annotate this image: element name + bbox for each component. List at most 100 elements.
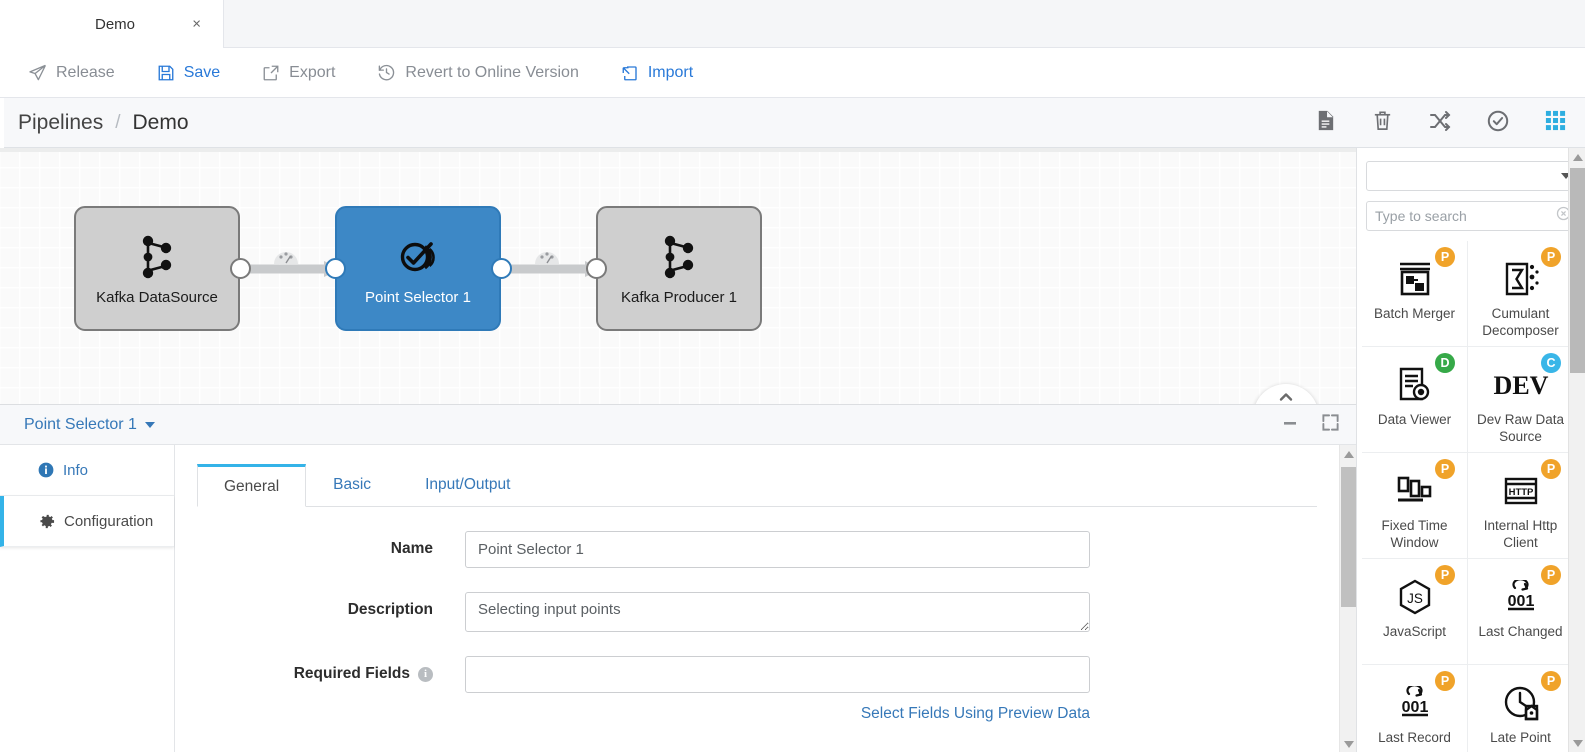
palette-item-label: Late Point bbox=[1469, 730, 1573, 747]
description-textarea[interactable] bbox=[465, 592, 1090, 632]
canvas-navigator bbox=[1253, 384, 1319, 404]
pan-up-icon[interactable] bbox=[1279, 390, 1293, 404]
kafka-icon bbox=[658, 231, 700, 283]
required-fields-label: Required Fields i bbox=[175, 656, 465, 683]
tab-label: General bbox=[224, 478, 279, 496]
palette-scrollbar[interactable] bbox=[1568, 148, 1585, 752]
release-button[interactable]: Release bbox=[28, 63, 115, 82]
config-panel-window-buttons bbox=[1281, 405, 1340, 445]
pipeline-designer-app: Demo × Release Save bbox=[0, 0, 1585, 752]
sidebar-item-info[interactable]: Info bbox=[0, 445, 174, 496]
palette-type-select[interactable] bbox=[1366, 161, 1580, 191]
palette-items-grid: P Batch Merger P bbox=[1362, 241, 1574, 752]
canvas-node-kafka-producer-1[interactable]: Kafka Producer 1 bbox=[596, 206, 762, 331]
sidebar-item-label: Info bbox=[63, 462, 88, 479]
edge-meter-icon-1[interactable] bbox=[273, 247, 299, 265]
palette-item-internal-http-client[interactable]: P HTTP Internal Http Client bbox=[1468, 453, 1574, 559]
canvas-node-label: Point Selector 1 bbox=[365, 289, 471, 306]
document-icon[interactable] bbox=[1314, 109, 1337, 137]
palette-item-data-viewer[interactable]: D Data Viewer bbox=[1362, 347, 1468, 453]
config-scrollbar-thumb[interactable] bbox=[1341, 467, 1356, 607]
header-actions bbox=[1314, 98, 1567, 148]
palette-item-label: Last Record bbox=[1363, 730, 1467, 747]
export-box-arrow-icon bbox=[262, 64, 280, 82]
palette-item-fixed-time-window[interactable]: P Fixed Time Window bbox=[1362, 453, 1468, 559]
page-title: Demo bbox=[133, 111, 189, 135]
export-label: Export bbox=[289, 64, 335, 82]
grid-apps-icon[interactable] bbox=[1544, 109, 1567, 137]
palette-scroll-up-icon[interactable] bbox=[1569, 148, 1585, 166]
svg-text:HTTP: HTTP bbox=[1508, 487, 1533, 498]
required-fields-input[interactable] bbox=[465, 656, 1090, 693]
check-circle-icon[interactable] bbox=[1486, 109, 1510, 138]
palette-search-input[interactable]: Type to search bbox=[1366, 201, 1580, 231]
palette-item-batch-merger[interactable]: P Batch Merger bbox=[1362, 241, 1468, 347]
chevron-down-icon bbox=[145, 422, 155, 428]
palette-scrollbar-thumb[interactable] bbox=[1570, 168, 1585, 373]
canvas-node-point-selector-1[interactable]: Point Selector 1 bbox=[335, 206, 501, 331]
config-panel-stage-selector[interactable]: Point Selector 1 bbox=[24, 416, 155, 434]
palette-item-dev-raw-data-source[interactable]: C DEV Dev Raw Data Source bbox=[1468, 347, 1574, 453]
tab-input-output[interactable]: Input/Output bbox=[398, 463, 537, 506]
expand-icon[interactable] bbox=[1321, 413, 1340, 437]
canvas-node-kafka-datasource[interactable]: Kafka DataSource bbox=[74, 206, 240, 331]
export-button[interactable]: Export bbox=[262, 64, 335, 82]
palette-item-last-record[interactable]: P 001 Last Record bbox=[1362, 665, 1468, 752]
http-icon: HTTP bbox=[1501, 466, 1541, 516]
editor-tabbar: Demo × bbox=[0, 0, 1585, 48]
last-record-icon: 001 bbox=[1393, 678, 1437, 728]
breadcrumb-root[interactable]: Pipelines bbox=[18, 111, 103, 135]
tab-general[interactable]: General bbox=[197, 464, 306, 507]
point-selector-icon bbox=[394, 231, 442, 283]
trash-icon[interactable] bbox=[1371, 109, 1394, 137]
info-icon bbox=[38, 462, 54, 478]
form-row-select-fields-link: Select Fields Using Preview Data bbox=[175, 717, 1339, 726]
config-panel-scrollbar[interactable] bbox=[1339, 445, 1356, 752]
node-output-port-point-selector-1[interactable] bbox=[491, 258, 512, 279]
stage-type-badge: P bbox=[1435, 671, 1455, 691]
general-form: Name Description Required Fields i bbox=[175, 531, 1339, 726]
stage-library-palette: Type to search P bbox=[1356, 148, 1585, 752]
import-box-arrow-icon bbox=[621, 64, 639, 82]
revert-to-online-version-button[interactable]: Revert to Online Version bbox=[377, 63, 578, 82]
svg-text:JS: JS bbox=[1407, 591, 1423, 606]
palette-item-label: Cumulant Decomposer bbox=[1469, 306, 1573, 340]
canvas-node-label: Kafka DataSource bbox=[96, 289, 218, 306]
node-output-port-kafka-datasource[interactable] bbox=[230, 258, 251, 279]
shuffle-icon[interactable] bbox=[1428, 109, 1452, 138]
tab-label: Basic bbox=[333, 476, 371, 494]
revert-label: Revert to Online Version bbox=[405, 64, 578, 82]
sidebar-item-configuration[interactable]: Configuration bbox=[0, 496, 174, 547]
import-button[interactable]: Import bbox=[621, 64, 693, 82]
palette-scroll-down-icon[interactable] bbox=[1569, 734, 1585, 752]
editor-tab-label: Demo bbox=[95, 16, 135, 33]
palette-item-cumulant-decomposer[interactable]: P Cumulant Decomposer bbox=[1468, 241, 1574, 347]
gear-icon bbox=[38, 513, 55, 530]
save-button[interactable]: Save bbox=[157, 64, 220, 82]
stage-type-badge: C bbox=[1541, 353, 1561, 373]
fixed-time-window-icon bbox=[1395, 466, 1435, 516]
node-input-port-kafka-producer-1[interactable] bbox=[586, 258, 607, 279]
palette-item-label: JavaScript bbox=[1363, 624, 1467, 641]
tab-basic[interactable]: Basic bbox=[306, 463, 398, 506]
editor-tab-demo[interactable]: Demo × bbox=[7, 0, 224, 48]
palette-item-late-point[interactable]: P Late Point bbox=[1468, 665, 1574, 752]
kafka-icon bbox=[136, 231, 178, 283]
node-input-port-point-selector-1[interactable] bbox=[325, 258, 346, 279]
palette-item-last-changed[interactable]: P 001 Last Changed bbox=[1468, 559, 1574, 665]
pipeline-canvas[interactable]: Kafka DataSource Point Selector 1 bbox=[0, 148, 1356, 404]
name-input[interactable] bbox=[465, 531, 1090, 568]
config-scroll-up-icon[interactable] bbox=[1340, 445, 1357, 463]
required-fields-label-text: Required Fields bbox=[294, 665, 410, 683]
edge-meter-icon-2[interactable] bbox=[534, 247, 560, 265]
select-fields-using-preview-data-link[interactable]: Select Fields Using Preview Data bbox=[465, 705, 1090, 723]
close-icon[interactable]: × bbox=[192, 17, 201, 32]
save-label: Save bbox=[184, 64, 220, 82]
info-tooltip-icon[interactable]: i bbox=[418, 667, 433, 682]
minimize-icon[interactable] bbox=[1281, 414, 1299, 437]
release-label: Release bbox=[56, 64, 115, 82]
config-scroll-down-icon[interactable] bbox=[1340, 735, 1357, 752]
paper-plane-icon bbox=[28, 63, 47, 82]
palette-item-javascript[interactable]: P JS JavaScript bbox=[1362, 559, 1468, 665]
stage-type-badge: P bbox=[1541, 565, 1561, 585]
